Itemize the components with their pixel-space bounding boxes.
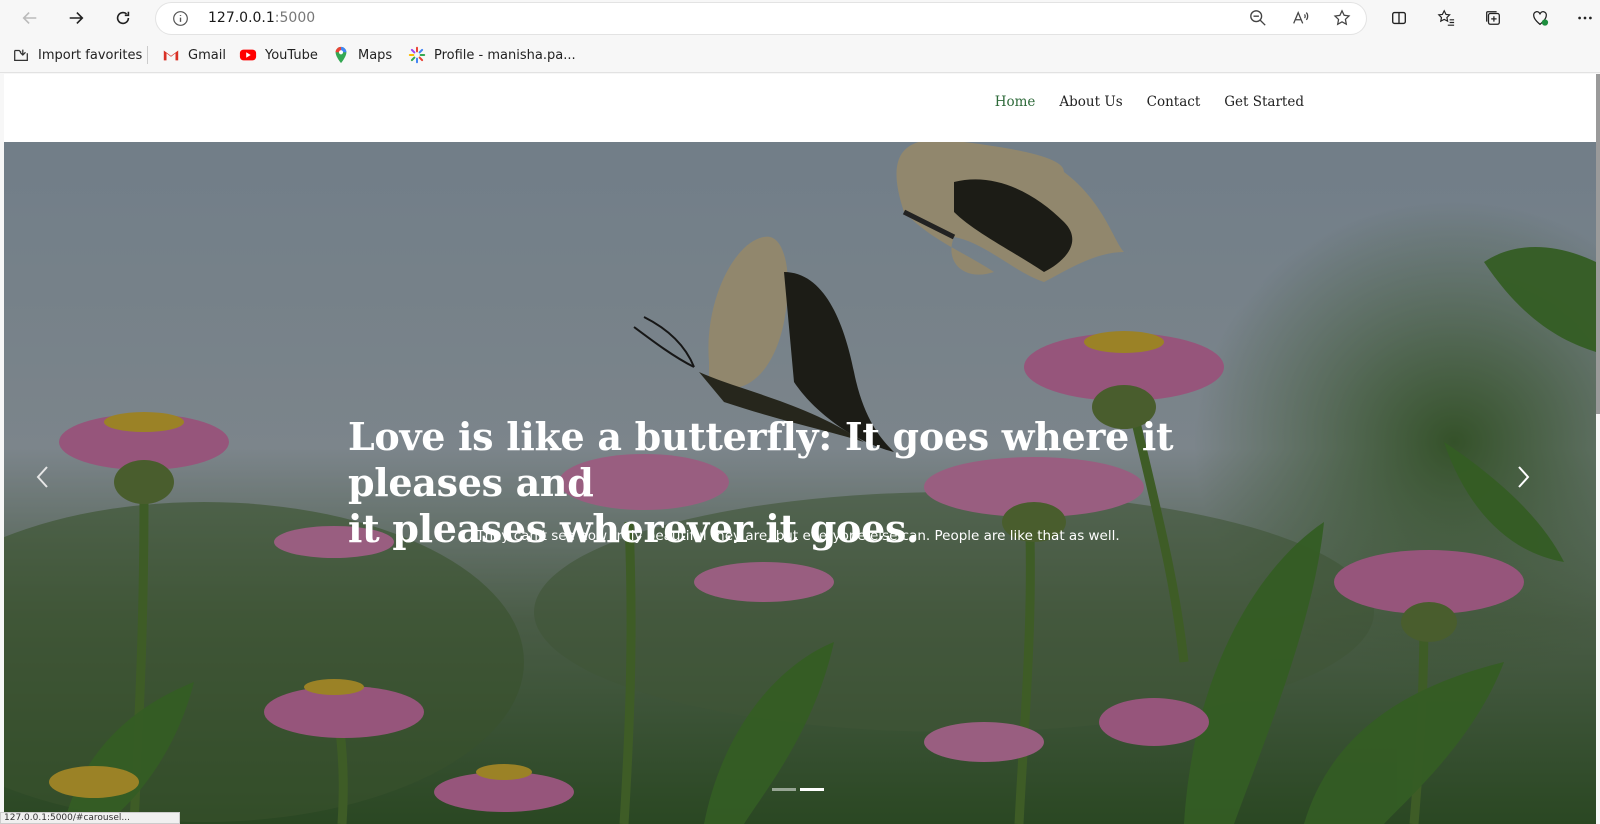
nav-get-started[interactable]: Get Started [1224,94,1304,110]
bookmark-label: Gmail [188,47,226,63]
url-text[interactable]: 127.0.0.1:5000 [208,10,315,26]
chevron-right-icon [1518,466,1530,488]
split-screen-button[interactable] [1384,4,1414,32]
site-navbar: Home About Us Contact Get Started [4,74,1596,142]
collections-button[interactable] [1478,4,1508,32]
read-aloud-icon[interactable] [1290,8,1310,28]
chevron-left-icon [36,466,48,488]
collections-icon [1486,11,1500,25]
carousel-indicators [772,788,824,791]
split-screen-icon [1392,11,1406,25]
browser-essentials-button[interactable] [1525,4,1555,32]
favorite-star-icon[interactable] [1332,8,1352,28]
bookmark-maps[interactable]: Maps [332,46,392,64]
more-menu-button[interactable] [1570,4,1600,32]
more-dots-icon [1578,16,1592,20]
carousel-next-button[interactable] [1508,457,1538,497]
bookmark-youtube[interactable]: YouTube [239,46,318,64]
hero-carousel: Love is like a butterfly: It goes where … [4,142,1596,824]
nav-contact[interactable]: Contact [1147,94,1201,110]
favorites-button[interactable] [1431,4,1461,32]
arrow-left-icon [22,12,37,24]
zoom-out-icon[interactable] [1248,8,1268,28]
carousel-caption-subtitle: They can't see how truly beautiful they … [476,528,1120,544]
info-icon[interactable] [172,10,189,27]
nav-links: Home About Us Contact Get Started [995,94,1304,110]
import-icon [12,46,30,64]
back-button[interactable] [15,4,45,32]
address-bar[interactable]: 127.0.0.1:5000 [156,3,1366,34]
page-scrollbar[interactable] [1596,74,1600,414]
heart-pulse-icon [1533,11,1549,26]
page-viewport: Home About Us Contact Get Started Love i… [4,74,1596,824]
carousel-indicator-2[interactable] [800,788,824,791]
nav-about-us[interactable]: About Us [1059,94,1122,110]
bookmark-divider [147,46,148,64]
bookmark-label: Profile - manisha.pa... [434,47,576,63]
caption-title-line1: Love is like a butterfly: It goes where … [348,414,1174,505]
status-bar: 127.0.0.1:5000/#carousel... [0,812,180,824]
gmail-icon [162,46,180,64]
maps-icon [332,46,350,64]
youtube-icon [239,46,257,64]
profile-icon [408,46,426,64]
carousel-prev-button[interactable] [28,457,58,497]
forward-button[interactable] [61,4,91,32]
bookmark-label: Import favorites [38,47,143,63]
refresh-button[interactable] [108,4,138,32]
bookmark-label: Maps [358,47,393,63]
refresh-icon [116,11,130,25]
nav-home[interactable]: Home [995,94,1036,110]
bookmark-import-favorites[interactable]: Import favorites [12,46,142,64]
bookmark-label: YouTube [265,47,318,63]
bookmarks-bar: Import favorites Gmail YouTube Maps Prof… [0,36,1600,73]
bookmark-gmail[interactable]: Gmail [162,46,226,64]
favorites-list-icon [1437,9,1455,26]
browser-toolbar: 127.0.0.1:5000 [0,0,1600,36]
bookmark-profile[interactable]: Profile - manisha.pa... [408,46,576,64]
carousel-indicator-1[interactable] [772,788,796,791]
arrow-right-icon [69,12,84,24]
